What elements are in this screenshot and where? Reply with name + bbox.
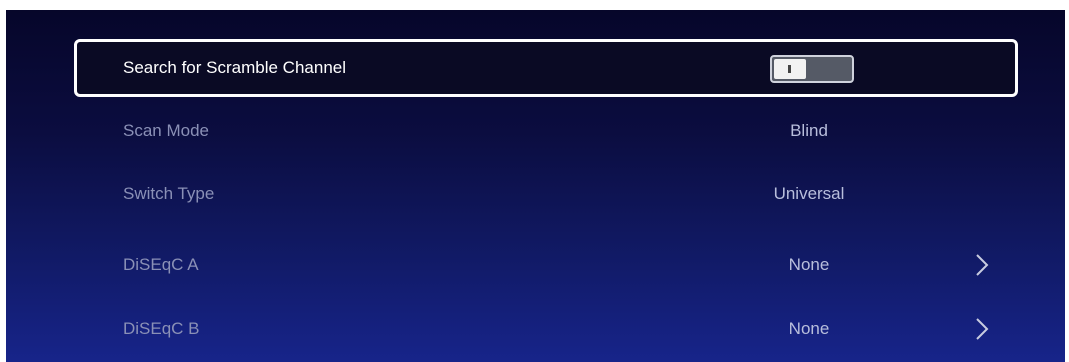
- toggle-knob: [774, 59, 806, 79]
- setting-label: Switch Type: [123, 184, 215, 203]
- chevron-right-icon[interactable]: [974, 253, 990, 277]
- setting-row-diseqc-b[interactable]: DiSEqC B None: [74, 300, 1018, 358]
- setting-label: DiSEqC A: [123, 255, 199, 274]
- setting-row-search-scramble-channel[interactable]: Search for Scramble Channel: [74, 39, 1018, 97]
- chevron-right-icon[interactable]: [974, 317, 990, 341]
- setting-row-diseqc-a[interactable]: DiSEqC A None: [74, 236, 1018, 294]
- setting-value: None: [788, 319, 830, 338]
- setting-label: Search for Scramble Channel: [123, 58, 347, 77]
- scramble-channel-toggle[interactable]: [770, 55, 854, 83]
- setting-label: DiSEqC B: [123, 319, 200, 338]
- setting-row-switch-type[interactable]: Switch Type Universal: [74, 165, 1018, 223]
- setting-row-scan-mode[interactable]: Scan Mode Blind: [74, 102, 1018, 160]
- setting-value: None: [788, 255, 830, 274]
- setting-value: Blind: [790, 121, 828, 140]
- setting-label: Scan Mode: [123, 121, 209, 140]
- setting-value: Universal: [773, 184, 845, 203]
- satellite-scan-settings-screen: Search for Scramble Channel Scan Mode Bl…: [6, 10, 1065, 362]
